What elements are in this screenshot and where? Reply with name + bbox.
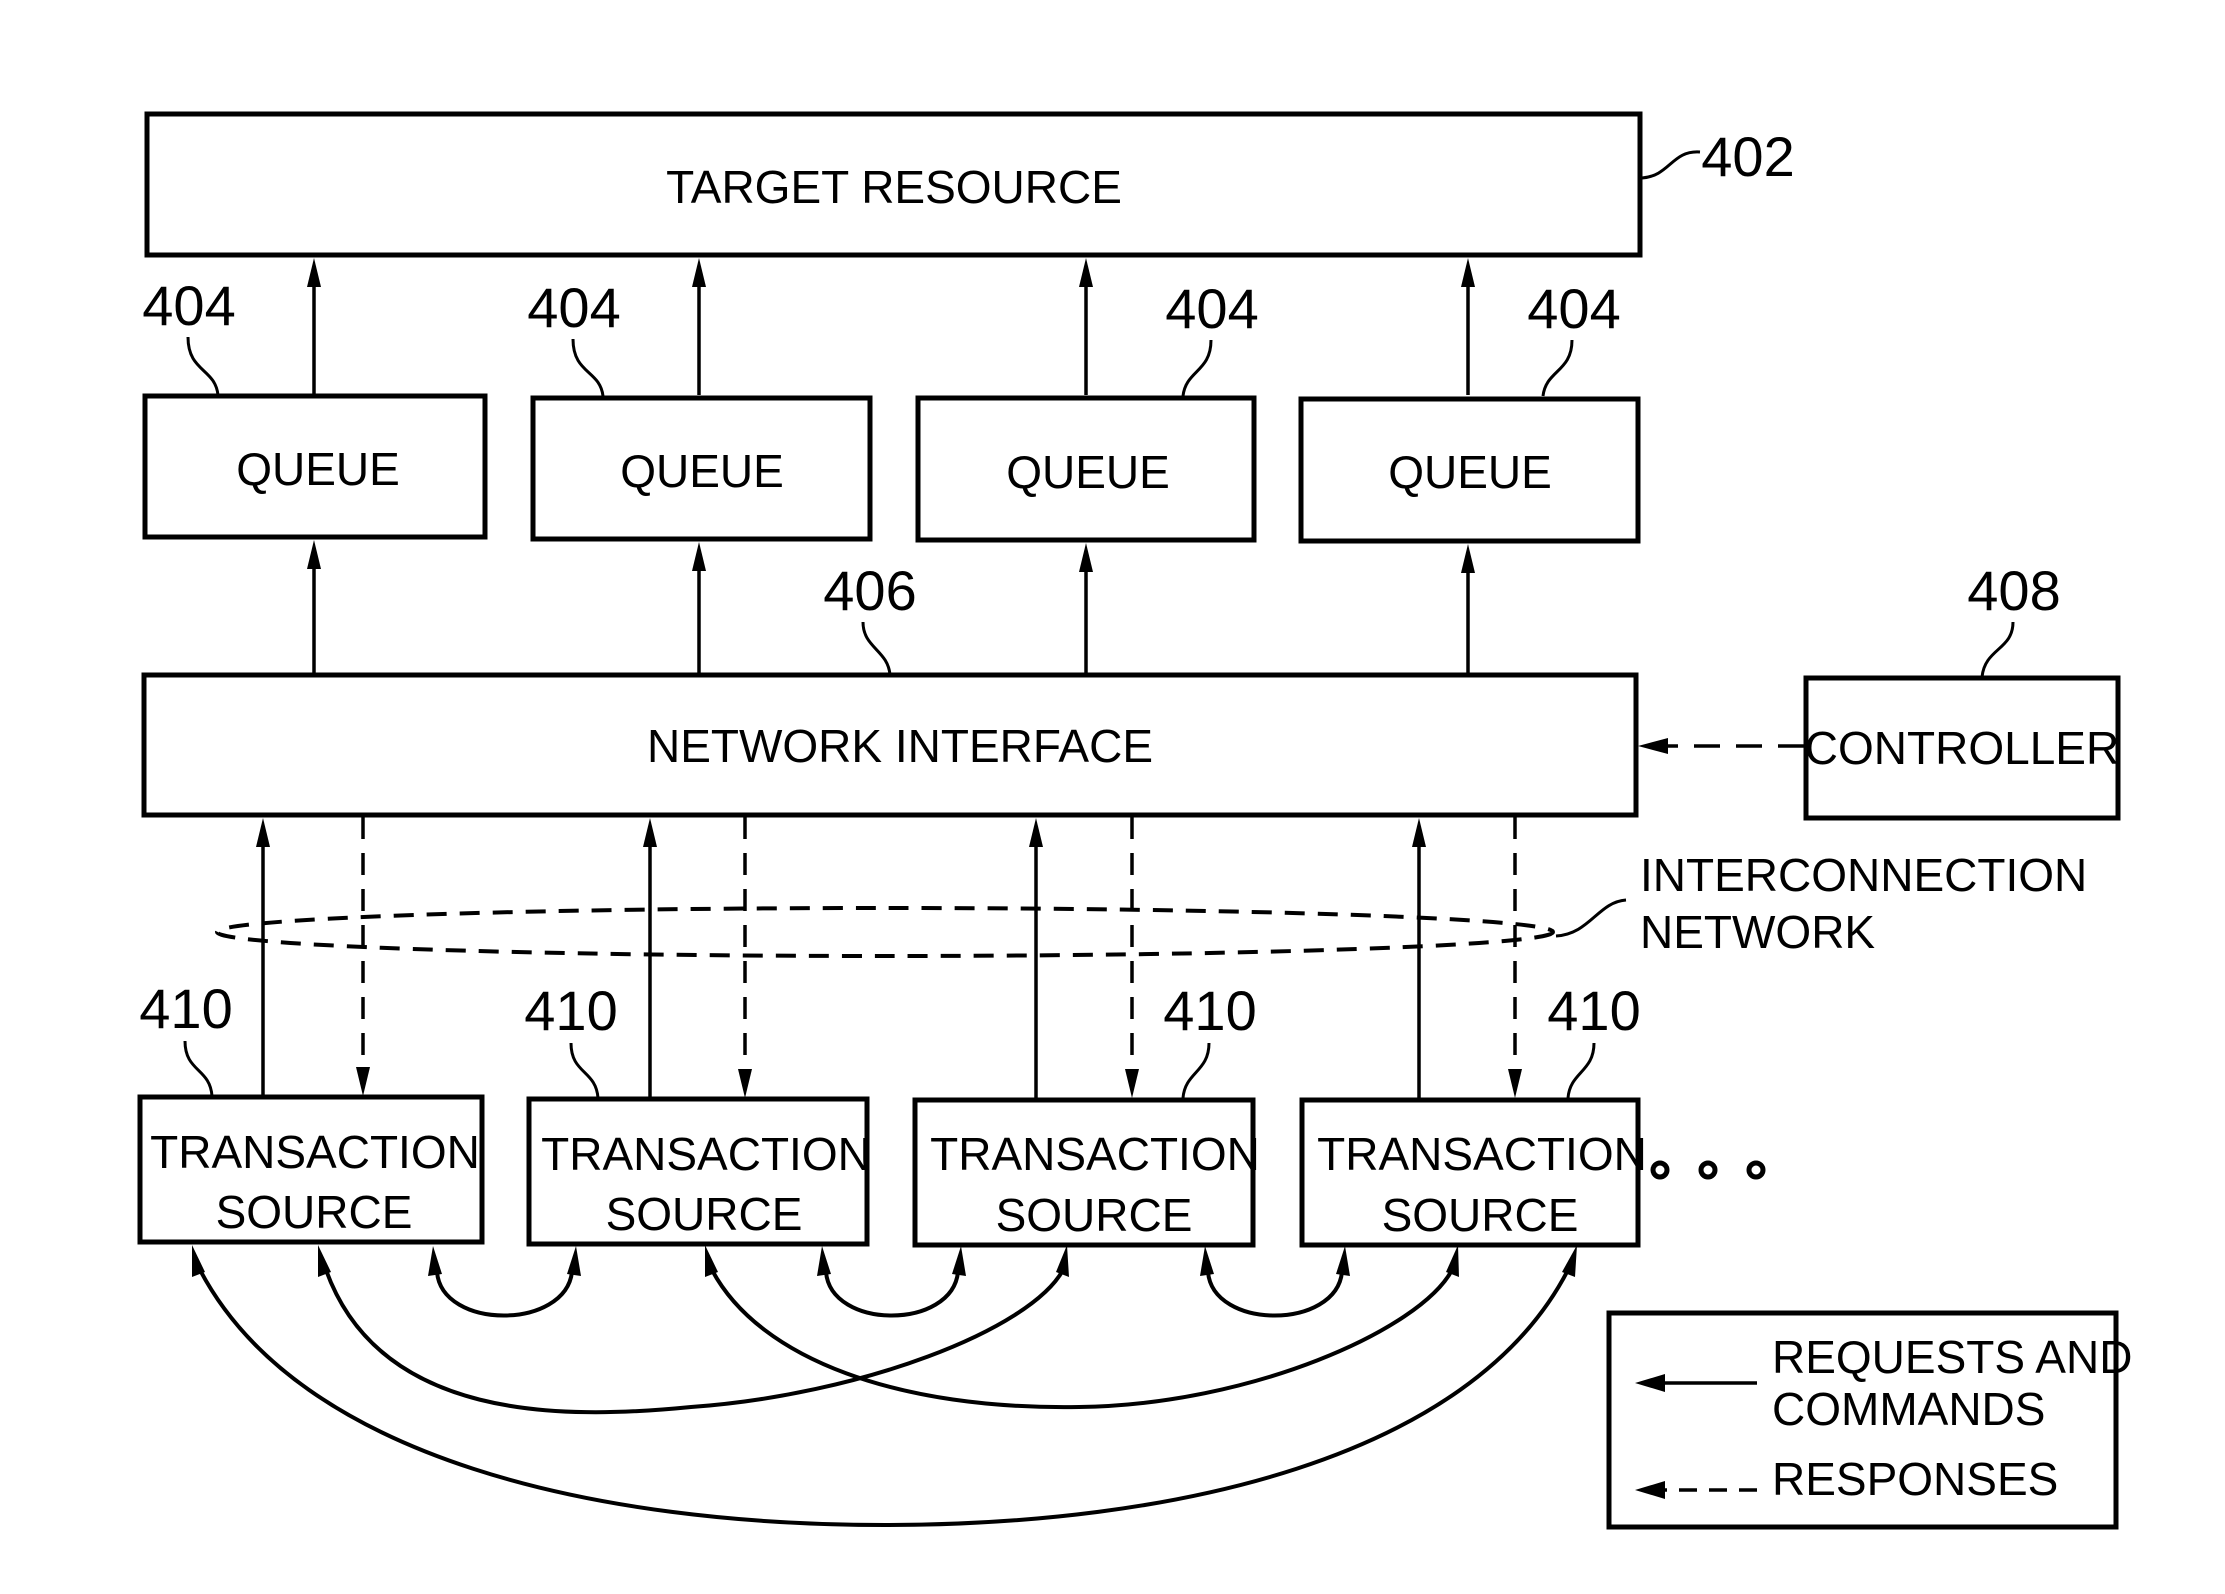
ref-leader-404 [186,336,220,396]
ref-label-402: 402 [1701,125,1794,188]
ref-leader-402 [1641,150,1701,180]
arrowhead-down [1125,1069,1139,1098]
peer-links [192,1245,1577,1528]
ref-label-410: 410 [1163,979,1256,1042]
arrowhead-up [643,818,657,847]
ref-label-404: 404 [1165,277,1258,340]
target-resource-label: TARGET RESOURCE [666,161,1122,213]
ref-label-404: 404 [1527,277,1620,340]
arrowhead [567,1246,581,1276]
ref-label-404: 404 [142,274,235,337]
queue-label: QUEUE [236,443,400,495]
ref-leader-404 [571,338,605,397]
ref-label-410: 410 [139,977,232,1040]
queue-block-4: QUEUE [1298,396,1641,544]
arrowhead [705,1245,718,1277]
transaction-source-label-line2: SOURCE [216,1186,413,1238]
legend-requests-label-line2: COMMANDS [1772,1383,2045,1435]
arrowhead-up [307,540,321,569]
arrowhead-up [307,258,321,287]
queue-label: QUEUE [1006,446,1170,498]
ref-leader-406 [861,621,892,676]
arrowhead-up [1461,258,1475,287]
network-interface-label: NETWORK INTERFACE [647,720,1153,772]
ref-leader-404 [1541,339,1574,397]
peer-arc-1-4 [198,1269,1570,1528]
transaction-source-block-4: TRANSACTION SOURCE [1299,1097,1647,1248]
arrowhead-up [692,258,706,287]
arrowhead-up [1412,818,1426,847]
controller-label: CONTROLLER [1805,722,2119,774]
arrowhead-up [692,542,706,571]
ref-leader-410 [1566,1042,1596,1099]
peer-arc-2-3 [824,1271,960,1318]
arrowhead-up [1079,258,1093,287]
interconnection-label-line1: INTERCONNECTION [1640,849,2087,901]
ref-leader-404 [1181,339,1213,397]
arrowhead-up [1029,818,1043,847]
more-sources-ellipsis-icon [1650,1160,1766,1180]
ref-label-410: 410 [1547,979,1640,1042]
queue-label: QUEUE [620,445,784,497]
ref-label-408: 408 [1967,559,2060,622]
block-diagram: TARGET RESOURCE 402 404 404 404 404 QUEU… [137,111,2132,1530]
arrowhead [1446,1245,1459,1277]
interconnection-label-line2: NETWORK [1640,906,1875,958]
controller-block: CONTROLLER [1803,675,2121,821]
arrowhead-up [1079,543,1093,572]
queue-to-target-arrows [307,258,1475,395]
transaction-source-block-2: TRANSACTION SOURCE [526,1096,871,1247]
ref-leader-interconnection [1555,898,1627,938]
transaction-source-label-line1: TRANSACTION [150,1126,480,1178]
queue-label: QUEUE [1388,446,1552,498]
arrowhead [318,1245,331,1277]
transaction-source-label-line2: SOURCE [606,1188,803,1240]
ref-leader-410 [1181,1042,1211,1099]
controller-to-interface-arrow [1638,738,1804,754]
legend-responses-label: RESPONSES [1772,1453,2058,1505]
transaction-source-label-line2: SOURCE [1382,1189,1579,1241]
arrowhead-left [1638,738,1668,754]
ref-leader-410 [183,1040,214,1097]
transaction-source-block-1: TRANSACTION SOURCE [137,1094,485,1245]
arrowhead [428,1246,442,1276]
peer-arc-1-2 [435,1271,574,1318]
legend-requests-label-line1: REQUESTS AND [1772,1331,2132,1383]
ref-label-404: 404 [527,276,620,339]
arrowhead [1056,1245,1069,1277]
ref-label-406: 406 [823,559,916,622]
arrowhead-down [356,1067,370,1096]
arrowhead-up [256,818,270,847]
legend: REQUESTS AND COMMANDS RESPONSES [1606,1310,2132,1530]
arrowhead [817,1246,831,1276]
arrowhead-down [738,1069,752,1098]
transaction-source-block-3: TRANSACTION SOURCE [912,1097,1260,1248]
queue-block-3: QUEUE [915,395,1257,543]
arrowhead [1562,1245,1577,1277]
queue-block-2: QUEUE [530,395,873,542]
arrowhead [1200,1246,1214,1276]
arrowhead-down [1508,1069,1522,1098]
interconnection-network-outline [215,906,1555,958]
target-resource-block: TARGET RESOURCE [144,111,1643,258]
arrowhead [1336,1246,1350,1276]
ref-label-410: 410 [524,979,617,1042]
queue-block-1: QUEUE [142,393,488,540]
ref-leader-410 [569,1042,600,1099]
transaction-source-label-line2: SOURCE [996,1189,1193,1241]
arrowhead [192,1245,205,1277]
network-interface-block: NETWORK INTERFACE [141,672,1639,818]
arrowhead-up [1461,544,1475,573]
arrowhead [952,1246,966,1276]
peer-arc-3-4 [1206,1271,1344,1318]
transaction-source-label-line1: TRANSACTION [541,1128,871,1180]
queue-ref-labels: 404 404 404 404 [142,274,1621,397]
transaction-source-label-line1: TRANSACTION [1317,1128,1647,1180]
ref-leader-408 [1980,621,2015,678]
transaction-source-label-line1: TRANSACTION [930,1128,1260,1180]
